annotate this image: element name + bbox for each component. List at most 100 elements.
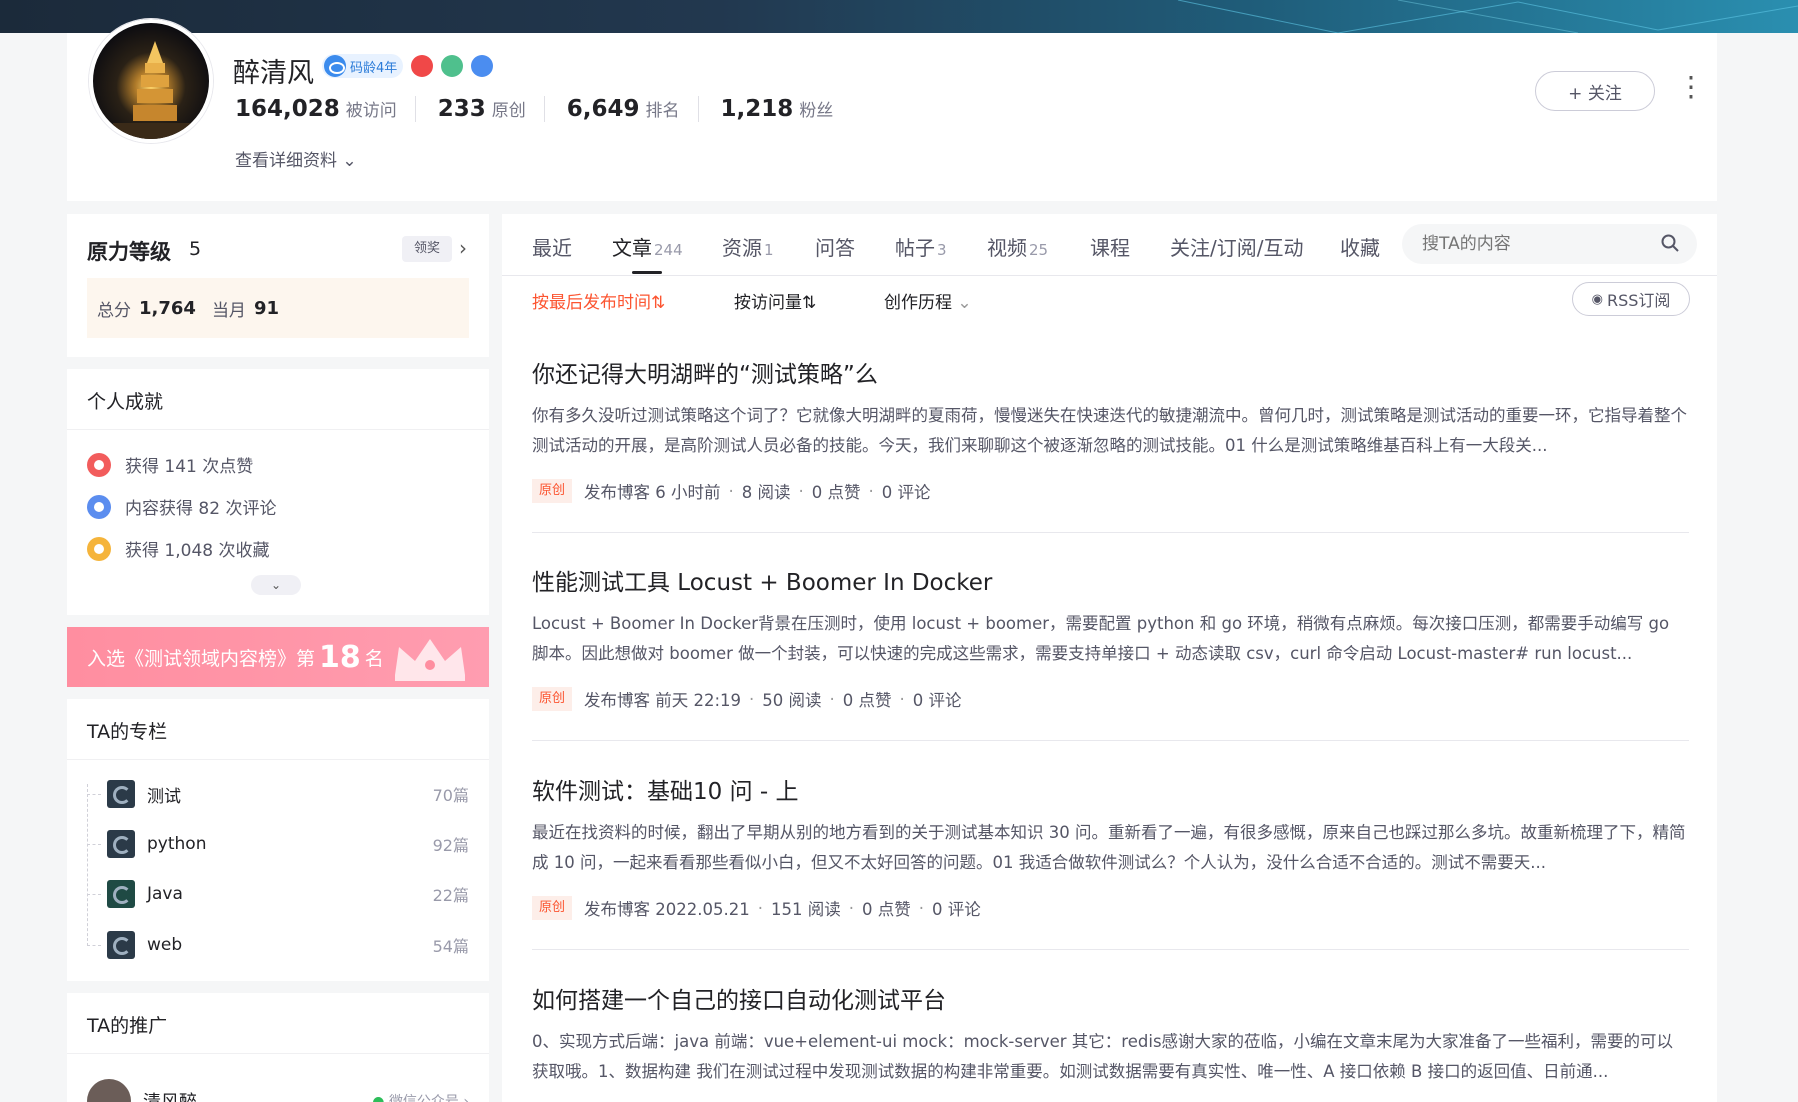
stat-fans-label: 粉丝 — [799, 101, 834, 121]
divider — [532, 532, 1689, 533]
tab-count: 25 — [1029, 241, 1049, 259]
columns-card: TA的专栏 测试 70篇 python 92篇 Java 22篇 web 54篇 — [67, 699, 489, 981]
tab-videos[interactable]: 视频 25 — [987, 232, 1048, 261]
promo-user-name: 清风醉 — [143, 1088, 197, 1102]
stat-fans-num: 1,218 — [720, 96, 794, 122]
article-meta: 原创 发布博客 2022.05.21 · 151 阅读 · 0 点赞 · 0 评论 — [532, 896, 1689, 920]
promo-user[interactable]: 清风醉 ● 微信公众号 › — [87, 1079, 469, 1102]
article-likes: 0 点赞 — [861, 900, 911, 919]
red-medal-icon[interactable] — [411, 55, 434, 77]
avatar[interactable] — [89, 19, 213, 143]
tree-tick — [87, 894, 101, 895]
article-title[interactable]: 你还记得大明湖畔的“测试策略”么 — [532, 355, 1689, 389]
column-cover-icon — [107, 780, 135, 808]
tab-label: 收藏 — [1340, 236, 1380, 260]
follow-button[interactable]: + 关注 — [1535, 71, 1655, 111]
column-cover-icon — [107, 931, 135, 959]
rank-banner[interactable]: 入选《测试领域内容榜》第 18 名 — [67, 627, 489, 687]
stat-original: 233 原创 — [438, 96, 545, 122]
wechat-label: 微信公众号 — [388, 1094, 459, 1102]
achievement-comments: 内容获得 82 次评论 — [87, 494, 276, 519]
more-options-icon[interactable]: ⋮ — [1677, 73, 1705, 107]
column-cover-icon — [107, 880, 135, 908]
green-medal-icon[interactable] — [441, 55, 464, 77]
total-score-label: 总分 — [97, 300, 131, 321]
divider — [67, 1053, 489, 1054]
blue-medal-icon[interactable] — [471, 55, 494, 77]
article-views: 8 阅读 — [741, 483, 791, 502]
comment-badge-icon — [87, 494, 111, 519]
article-comments: 0 评论 — [912, 691, 962, 710]
main-content: 最近 文章 244 资源 1 问答 帖子 3 视频 25 课程 关注/订阅/互动 收藏 — [502, 214, 1717, 1102]
month-score-value: 91 — [253, 297, 279, 319]
tab-favorites[interactable]: 收藏 — [1340, 232, 1380, 261]
article-likes: 0 点赞 — [811, 483, 861, 502]
creation-history-label: 创作历程 — [884, 293, 952, 313]
rss-label: RSS订阅 — [1606, 291, 1671, 310]
article-title[interactable]: 性能测试工具 Locust + Boomer In Docker — [532, 563, 1689, 597]
tab-label: 资源 — [722, 236, 762, 260]
achievement-likes-text: 获得 141 次点赞 — [125, 457, 254, 477]
divider — [532, 949, 1689, 950]
article-meta: 原创 发布博客 前天 22:19 · 50 阅读 · 0 点赞 · 0 评论 — [532, 687, 1689, 711]
article-title[interactable]: 软件测试：基础10 问 - 上 — [532, 772, 1689, 806]
tab-courses[interactable]: 课程 — [1090, 232, 1130, 261]
promo-card: TA的推广 清风醉 ● 微信公众号 › — [67, 993, 489, 1102]
expand-achievements-chevron-icon[interactable]: ⌄ — [251, 575, 301, 595]
article-item[interactable]: 如何搭建一个自己的接口自动化测试平台 0、实现方式后端：java 前端：vue+… — [532, 981, 1689, 1087]
stat-original-label: 原创 — [491, 101, 526, 121]
article-title[interactable]: 如何搭建一个自己的接口自动化测试平台 — [532, 981, 1689, 1015]
tab-qa[interactable]: 问答 — [815, 232, 855, 261]
column-name: python — [147, 834, 207, 854]
tree-tick — [87, 945, 101, 946]
sort-by-time[interactable]: 按最后发布时间⇅ — [532, 288, 665, 313]
tree-line — [87, 784, 101, 946]
rank-banner-suffix: 名 — [364, 647, 384, 670]
divider — [67, 429, 489, 430]
column-count: 92篇 — [432, 836, 469, 855]
sort-by-views[interactable]: 按访问量⇅ — [734, 288, 816, 313]
tree-tick — [87, 844, 101, 845]
column-item-python[interactable]: python 92篇 — [107, 830, 469, 858]
tab-label: 最近 — [532, 236, 572, 260]
chevron-right-icon[interactable]: › — [459, 236, 467, 260]
search-icon[interactable] — [1661, 234, 1679, 252]
column-name: web — [147, 935, 183, 955]
total-score-value: 1,764 — [139, 297, 196, 319]
search-input[interactable] — [1422, 234, 1642, 254]
achievement-likes: 获得 141 次点赞 — [87, 452, 253, 477]
tab-articles[interactable]: 文章 244 — [612, 232, 683, 261]
profile-name: 醉清风 — [233, 58, 314, 89]
view-details-link[interactable]: 查看详细资料 ⌄ — [235, 146, 357, 171]
article-item[interactable]: 性能测试工具 Locust + Boomer In Docker Locust … — [532, 563, 1689, 711]
column-item-test[interactable]: 测试 70篇 — [107, 780, 469, 808]
coding-age-badge[interactable]: 码龄4年 — [322, 54, 404, 78]
rss-subscribe-button[interactable]: ◉ RSS订阅 — [1572, 282, 1690, 316]
tab-recent[interactable]: 最近 — [532, 232, 572, 261]
divider — [67, 759, 489, 760]
article-comments: 0 评论 — [881, 483, 931, 502]
original-tag: 原创 — [532, 896, 572, 920]
article-meta: 原创 发布博客 6 小时前 · 8 阅读 · 0 点赞 · 0 评论 — [532, 479, 1689, 503]
tab-posts[interactable]: 帖子 3 — [895, 232, 947, 261]
tab-resources[interactable]: 资源 1 — [722, 232, 774, 261]
article-item[interactable]: 你还记得大明湖畔的“测试策略”么 你有多久没听过测试策略这个词了？它就像大明湖畔… — [532, 355, 1689, 503]
article-item[interactable]: 软件测试：基础10 问 - 上 最近在找资料的时候，翻出了早期从别的地方看到的关… — [532, 772, 1689, 920]
tab-follow-subscribe[interactable]: 关注/订阅/互动 — [1170, 232, 1303, 261]
stat-visits: 164,028 被访问 — [235, 96, 416, 122]
rank-banner-number: 18 — [319, 639, 361, 675]
score-box: 总分 1,764 当月 91 — [87, 278, 469, 338]
column-item-web[interactable]: web 54篇 — [107, 931, 469, 959]
promo-title: TA的推广 — [87, 1015, 168, 1037]
stat-rank-num: 6,649 — [566, 96, 640, 122]
achievements-card: 个人成就 获得 141 次点赞 内容获得 82 次评论 获得 1,048 次收藏… — [67, 369, 489, 615]
profile-badges: 码龄4年 — [322, 54, 494, 78]
original-tag: 原创 — [532, 479, 572, 503]
award-button[interactable]: 领奖 — [402, 236, 452, 262]
article-time: 发布博客 2022.05.21 — [584, 900, 750, 919]
column-item-java[interactable]: Java 22篇 — [107, 880, 469, 908]
wechat-link[interactable]: ● 微信公众号 › — [372, 1091, 469, 1102]
chevron-down-icon: ⌄ — [342, 151, 357, 171]
content-search[interactable] — [1402, 224, 1697, 264]
creation-history-dropdown[interactable]: 创作历程 ⌄ — [884, 288, 972, 313]
